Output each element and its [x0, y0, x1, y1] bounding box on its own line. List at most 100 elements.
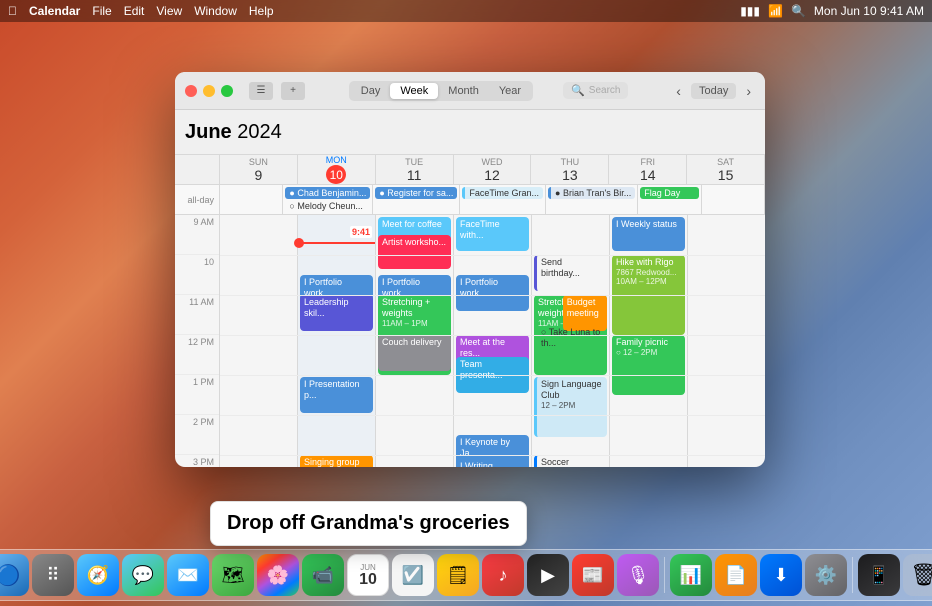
allday-event-register[interactable]: ● Register for sa... — [375, 187, 457, 199]
tab-week[interactable]: Week — [390, 83, 438, 99]
day-col-sun — [220, 215, 298, 467]
event-luna[interactable]: ○ Take Luna to th... — [534, 325, 607, 361]
current-time-indicator: 9:41 — [298, 242, 375, 244]
day-col-wed: FaceTime with... I Portfolio work... Mee… — [454, 215, 532, 467]
month-year-title: June 2024 — [185, 121, 282, 144]
day-header-sat: SAT 15 — [687, 155, 765, 184]
prev-button[interactable]: ‹ — [672, 83, 685, 99]
day-col-sat — [688, 215, 765, 467]
time-1pm: 1 PM — [175, 375, 219, 415]
dock-separator-2 — [852, 557, 853, 593]
time-9am: 9 AM — [175, 215, 219, 255]
apple-menu[interactable]:  — [8, 4, 17, 18]
allday-event-brian[interactable]: ● Brian Tran's Bir... — [548, 187, 635, 199]
dock-icon-news[interactable]: 📰 — [572, 554, 614, 596]
dock-separator — [664, 557, 665, 593]
tab-year[interactable]: Year — [489, 83, 531, 99]
event-soccer[interactable]: Soccer practice — [534, 455, 607, 467]
dock-icon-photos[interactable]: 🌸 — [257, 554, 299, 596]
today-button[interactable]: Today — [691, 83, 736, 99]
desktop:  Calendar File Edit View Window Help ▮▮… — [0, 0, 932, 606]
dock-icon-appstore[interactable]: ⬇ — [760, 554, 802, 596]
dock-icon-finder[interactable]: 🔵 — [0, 554, 29, 596]
dock-container: 🔵 ⠿ 🧭 💬 ✉️ 🗺 🌸 📹 J — [0, 549, 932, 601]
day-header-wed: WED 12 — [454, 155, 532, 184]
dock-icon-mail[interactable]: ✉️ — [167, 554, 209, 596]
battery-icon: ▮▮▮ — [740, 4, 760, 18]
dock-icon-pages[interactable]: 📄 — [715, 554, 757, 596]
event-couch[interactable]: Couch delivery — [378, 335, 451, 371]
day-header-fri: FRI 14 — [609, 155, 687, 184]
dock-icon-iphone[interactable]: 📱 — [858, 554, 900, 596]
allday-event-melody[interactable]: ○ Melody Cheun... — [285, 200, 370, 212]
sidebar-toggle[interactable]: ☰ — [249, 82, 273, 100]
menu-edit[interactable]: Edit — [124, 4, 145, 18]
view-tabs: Day Week Month Year — [349, 81, 533, 101]
dock-icon-music[interactable]: ♪ — [482, 554, 524, 596]
calendar-grid: SUN 9 MON 10 TUE 11 WED 12 THU 13 — [175, 155, 765, 467]
calendar-header: June 2024 — [175, 110, 765, 155]
dock-icon-safari[interactable]: 🧭 — [77, 554, 119, 596]
search-icon: 🔍 — [571, 84, 585, 97]
next-button[interactable]: › — [742, 83, 755, 99]
new-event-button[interactable]: + — [281, 82, 305, 100]
dock-icon-maps[interactable]: 🗺 — [212, 554, 254, 596]
dock-icon-facetime[interactable]: 📹 — [302, 554, 344, 596]
day-header-tue: TUE 11 — [376, 155, 454, 184]
window-titlebar: ☰ + Day Week Month Year 🔍 Search ‹ Today… — [175, 72, 765, 110]
time-3pm: 3 PM — [175, 455, 219, 467]
allday-fri: Flag Day — [638, 185, 701, 214]
day-col-tue: Meet for coffee Artist worksho... I Port… — [376, 215, 454, 467]
event-sign-lang[interactable]: Sign Language Club 12 – 2PM — [534, 377, 607, 437]
event-leadership[interactable]: Leadership skil... — [300, 295, 373, 331]
allday-mon: ● Chad Benjamin... ○ Melody Cheun... — [283, 185, 373, 214]
app-name[interactable]: Calendar — [29, 4, 80, 18]
dock-icon-numbers[interactable]: 📊 — [670, 554, 712, 596]
event-portfolio-wed[interactable]: I Portfolio work... — [456, 275, 529, 311]
search-box[interactable]: 🔍 Search — [563, 82, 628, 99]
menu-view[interactable]: View — [156, 4, 182, 18]
dock-icon-systemprefs[interactable]: ⚙️ — [805, 554, 847, 596]
allday-event-chad[interactable]: ● Chad Benjamin... — [285, 187, 370, 199]
allday-event-facetime[interactable]: FaceTime Gran... — [462, 187, 543, 199]
event-family-picnic[interactable]: Family picnic ○ 12 – 2PM — [612, 335, 685, 395]
time-col-header — [175, 155, 220, 184]
maximize-button[interactable] — [221, 85, 233, 97]
allday-wed: FaceTime Gran... — [460, 185, 546, 214]
dock-icon-reminders[interactable]: ☑️ — [392, 554, 434, 596]
day-header-mon: MON 10 — [298, 155, 376, 184]
event-artist[interactable]: Artist worksho... — [378, 235, 451, 269]
clock: Mon Jun 10 9:41 AM — [814, 4, 924, 18]
dock-icon-trash[interactable]: 🗑 — [903, 554, 932, 596]
close-button[interactable] — [185, 85, 197, 97]
allday-event-flagday[interactable]: Flag Day — [640, 187, 698, 199]
current-time-label: 9:41 — [350, 226, 372, 238]
dock-icon-launchpad[interactable]: ⠿ — [32, 554, 74, 596]
dock-icon-calendar[interactable]: JUN 10 — [347, 554, 389, 596]
spotlight-icon[interactable]: 🔍 — [791, 4, 806, 18]
event-singing[interactable]: Singing group — [300, 455, 373, 467]
day-col-fri: I Weekly status Hike with Rigo 7867 Redw… — [610, 215, 688, 467]
dock-icon-messages[interactable]: 💬 — [122, 554, 164, 596]
time-2pm: 2 PM — [175, 415, 219, 455]
day-header-sun: SUN 9 — [220, 155, 298, 184]
allday-label: all-day — [175, 185, 220, 214]
dock-icon-appletv[interactable]: ▶ — [527, 554, 569, 596]
tab-month[interactable]: Month — [438, 83, 489, 99]
event-facetime-call[interactable]: FaceTime with... — [456, 217, 529, 251]
event-presentation-mon[interactable]: I Presentation p... — [300, 377, 373, 413]
time-grid: 9 AM 10 11 AM 12 PM 1 PM 2 PM 3 PM 4 PM … — [175, 215, 765, 467]
menu-help[interactable]: Help — [249, 4, 274, 18]
event-birthday[interactable]: Send birthday... — [534, 255, 607, 291]
day-headers: SUN 9 MON 10 TUE 11 WED 12 THU 13 — [175, 155, 765, 185]
search-placeholder: Search — [589, 85, 621, 96]
dock-icon-podcasts[interactable]: 🎙 — [617, 554, 659, 596]
event-tooltip: Drop off Grandma's groceries — [210, 501, 527, 546]
menu-file[interactable]: File — [92, 4, 111, 18]
tab-day[interactable]: Day — [351, 83, 391, 99]
event-weekly-status[interactable]: I Weekly status — [612, 217, 685, 251]
event-writing[interactable]: I Writing sessio... — [456, 459, 529, 467]
dock-icon-notes[interactable]: 🗒 — [437, 554, 479, 596]
minimize-button[interactable] — [203, 85, 215, 97]
menu-window[interactable]: Window — [194, 4, 237, 18]
